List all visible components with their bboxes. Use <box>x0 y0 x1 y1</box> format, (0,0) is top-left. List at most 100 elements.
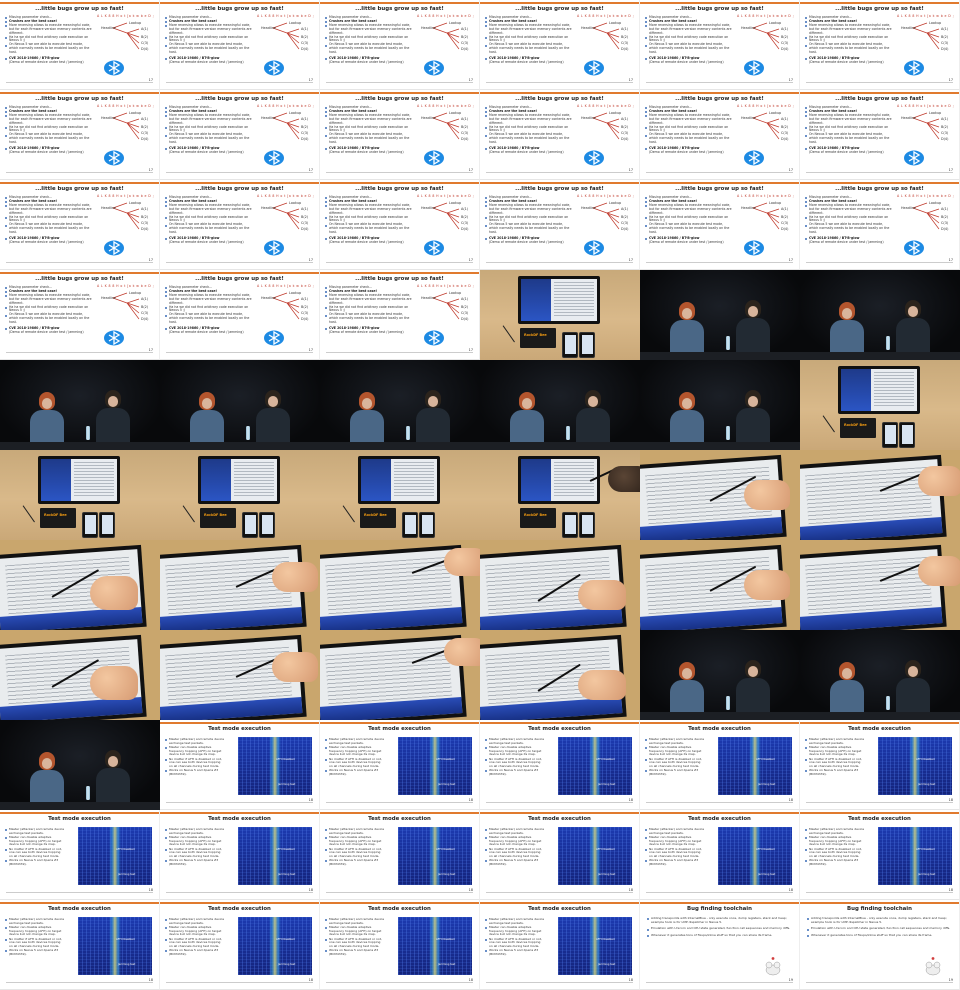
spectrum-sublabel: Jamming test <box>118 873 136 876</box>
video-frame-demo-setup: RockDF Bee <box>320 450 480 540</box>
svg-text:A(1): A(1) <box>941 27 949 31</box>
video-frame-screen-closeup <box>0 540 160 630</box>
slide-bullets: Missing parameter check… Crashes are the… <box>485 15 573 65</box>
slide-title: ...little bugs grow up so fast! <box>515 96 604 102</box>
slide-bullets: Missing parameter check… Crashes are the… <box>5 105 93 155</box>
page-number: 17 <box>148 258 153 262</box>
bullet: Works on Nexus 5 and Xperia Z3 (BCM4339)… <box>485 948 545 956</box>
bullet-cve: CVE 2018-19860 / BT-B-glow <box>645 236 733 241</box>
speaker-right <box>256 388 290 448</box>
slide-thumbnail-testmode: Test mode execution Master (attacker) an… <box>160 720 320 810</box>
spectrum-waterfall-image: AFH Disabled Jamming test <box>558 917 632 975</box>
bullet: More reversing allows to execute meaning… <box>325 113 413 126</box>
slide-title: Test mode execution <box>528 816 591 822</box>
slide-thumbnail-testmode: Test mode execution Master (attacker) an… <box>800 720 960 810</box>
video-frame-demo-setup: RockDF Bee <box>480 270 640 360</box>
slide-bullets: Missing parameter check… Crashes are the… <box>5 15 93 65</box>
handwritten-tree-diagram-icon: Headline Lookup A(1) B(2) C(3) D(4) <box>101 291 149 321</box>
slide-thumbnail-toolchain: Bug finding toolchain Adding tracepoints… <box>800 900 960 990</box>
bullet: Master can disable adaptive frequency ho… <box>805 745 865 757</box>
svg-text:Lookup: Lookup <box>129 201 141 205</box>
video-frame-speakers <box>0 720 160 810</box>
svg-text:D(4): D(4) <box>141 47 149 51</box>
svg-text:B(2): B(2) <box>461 215 469 219</box>
bluetooth-logo-icon <box>104 330 124 346</box>
video-frame-screen-closeup <box>800 540 960 630</box>
bullet: More reversing allows to execute meaning… <box>485 113 573 126</box>
slide-accent-bar <box>0 182 159 184</box>
handwritten-tree-diagram-icon: Headline Lookup A(1) B(2) C(3) D(4) <box>901 111 949 141</box>
svg-text:B(2): B(2) <box>781 215 789 219</box>
bluetooth-logo-icon <box>744 150 764 166</box>
slide-accent-bar <box>640 92 799 94</box>
svg-text:Headline: Headline <box>421 296 436 300</box>
cve-subtitle: (Demo of remote device under test / jamm… <box>169 149 244 154</box>
cve-subtitle: (Demo of remote device under test / jamm… <box>489 149 564 154</box>
bullet: More reversing allows to execute meaning… <box>645 23 733 36</box>
bullet: On Nexus 5 we are able to execute test m… <box>325 42 413 55</box>
slide-accent-bar <box>0 902 159 904</box>
svg-text:A(1): A(1) <box>301 207 309 211</box>
slide-accent-bar <box>480 182 639 184</box>
cve-subtitle: (Demo of remote device under test / jamm… <box>169 239 244 244</box>
slide-title: ...little bugs grow up so fast! <box>355 276 444 282</box>
slide-accent-bar <box>640 722 799 724</box>
bluetooth-logo-icon <box>584 150 604 166</box>
slide-accent-bar <box>0 812 159 814</box>
bullet: More reversing allows to execute meaning… <box>645 113 733 126</box>
video-frame-screen-closeup <box>160 630 320 720</box>
svg-text:Lookup: Lookup <box>929 111 941 115</box>
handwritten-tree-diagram-icon: Headline Lookup A(1) B(2) C(3) D(4) <box>421 111 469 141</box>
svg-text:D(4): D(4) <box>941 227 949 231</box>
svg-text:Headline: Headline <box>901 26 916 30</box>
desk-edge <box>800 712 960 720</box>
page-number: 17 <box>788 168 793 172</box>
slide-bullets: Master (attacker) and remote device exch… <box>325 737 385 777</box>
glyph-sequence: A L K 8 8 H o t [a k w b e D ; <box>897 104 955 108</box>
slide-bullets: Master (attacker) and remote device exch… <box>485 827 545 867</box>
svg-text:D(4): D(4) <box>141 227 149 231</box>
smartphone <box>99 512 115 538</box>
slide-footer-line <box>646 262 793 263</box>
slide-accent-bar <box>320 2 479 4</box>
bluetooth-logo-icon <box>744 240 764 256</box>
bullet: Master can disable adaptive frequency ho… <box>325 745 385 757</box>
speaker-right <box>896 298 930 358</box>
svg-text:Lookup: Lookup <box>289 21 301 25</box>
svg-text:D(4): D(4) <box>621 227 629 231</box>
bullet: Works on Nexus 5 and Xperia Z3 (BCM4339)… <box>165 858 225 866</box>
dev-board: RockDF Bee <box>840 418 876 438</box>
svg-text:D(4): D(4) <box>301 227 309 231</box>
bullet-cve: CVE 2018-19860 / BT-B-glow <box>325 326 413 331</box>
bullet: On Nexus 5 we are able to execute test m… <box>805 132 893 145</box>
page-number: 18 <box>948 798 953 802</box>
slide-thumbnail-bugs: ...little bugs grow up so fast! Missing … <box>640 180 800 270</box>
page-number: 17 <box>308 348 313 352</box>
desk-edge <box>640 442 800 450</box>
bluetooth-logo-icon <box>104 60 124 76</box>
slide-thumbnail-bugs: ...little bugs grow up so fast! Missing … <box>320 90 480 180</box>
desk-edge <box>0 442 160 450</box>
bullet-cve: CVE 2018-19860 / BT-B-glow <box>485 236 573 241</box>
cve-subtitle: (Demo of remote device under test / jamm… <box>489 59 564 64</box>
glyph-sequence: A L K 8 8 H o t [a k w b e D ; <box>97 14 155 18</box>
svg-text:B(2): B(2) <box>141 35 149 39</box>
bullet: On Nexus 5 we are able to execute test m… <box>5 132 93 145</box>
slide-footer-line <box>6 982 153 983</box>
svg-text:B(2): B(2) <box>461 35 469 39</box>
slide-bullets: Missing parameter check… Crashes are the… <box>805 15 893 65</box>
slide-title: ...little bugs grow up so fast! <box>835 96 924 102</box>
bullet-cve: CVE 2018-19860 / BT-B-glow <box>165 326 253 331</box>
video-frame-speakers <box>640 270 800 360</box>
bullet: More reversing allows to execute meaning… <box>5 23 93 36</box>
laptop-screen <box>838 366 920 414</box>
svg-text:A(1): A(1) <box>941 207 949 211</box>
hand <box>578 580 626 610</box>
board-label: RockDF Bee <box>524 333 547 337</box>
svg-text:B(2): B(2) <box>621 35 629 39</box>
slide-bullets: Master (attacker) and remote device exch… <box>645 827 705 867</box>
bullet: Master can disable adaptive frequency ho… <box>165 745 225 757</box>
hand <box>272 562 318 592</box>
slide-footer-line <box>806 802 953 803</box>
slide-accent-bar <box>160 902 319 904</box>
